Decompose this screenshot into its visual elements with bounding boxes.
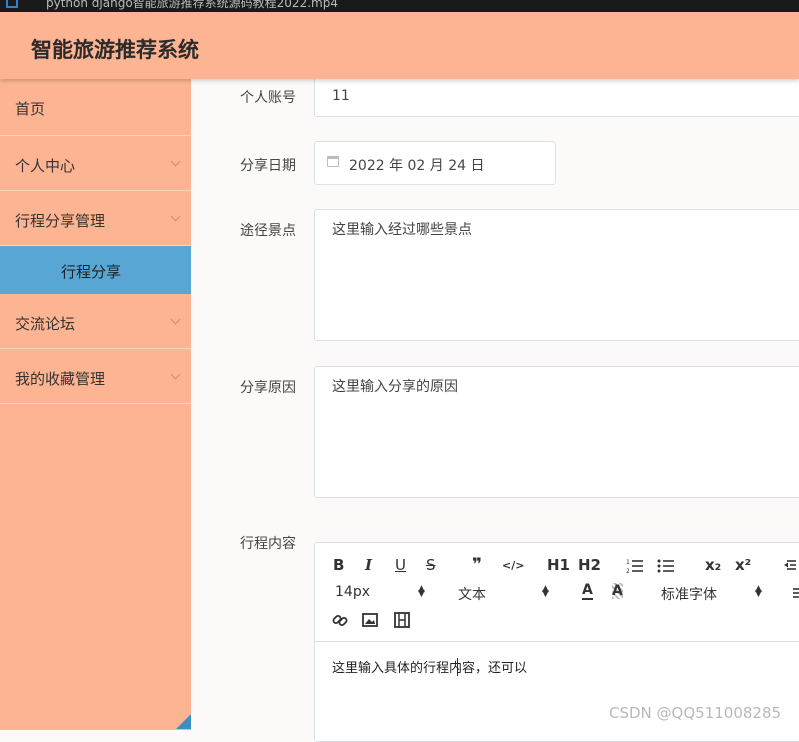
editor-content[interactable]: 这里输入具体的行程内容，还可以 bbox=[332, 657, 527, 676]
app-window-icon bbox=[6, 0, 18, 8]
top-header: 智能旅游推荐系统 bbox=[0, 12, 799, 79]
sidebar-resize-corner bbox=[176, 714, 191, 729]
select-arrows-icon: ▲ ▼ bbox=[755, 584, 762, 599]
background-color-icon[interactable]: A bbox=[612, 583, 623, 599]
account-value: 11 bbox=[332, 88, 350, 104]
account-input[interactable]: 11 bbox=[314, 73, 799, 117]
share-reason-textarea[interactable]: 这里输入分享的原因 bbox=[314, 366, 799, 498]
app-title: 智能旅游推荐系统 bbox=[31, 38, 199, 62]
blockquote-button[interactable]: ❞ bbox=[472, 555, 482, 575]
sidebar-item-itinerary-share-management[interactable]: 行程分享管理 bbox=[0, 191, 191, 246]
font-family-select[interactable]: 标准字体 bbox=[661, 584, 717, 604]
svg-text:2: 2 bbox=[626, 568, 630, 574]
main-form: 个人账号 11 分享日期 2022 年 02 月 24 日 途径景点 这里输入经… bbox=[191, 73, 799, 742]
sidebar-item-favorites-management[interactable]: 我的收藏管理 bbox=[0, 349, 191, 404]
ordered-list-icon[interactable]: 1 2 bbox=[626, 558, 644, 574]
share-reason-placeholder: 这里输入分享的原因 bbox=[332, 379, 458, 395]
share-reason-label: 分享原因 bbox=[240, 380, 296, 396]
editor-toolbar: B I U S ❞ </> H1 H2 1 2 x₂ x² 14px ▲ ▼ 文… bbox=[315, 543, 799, 642]
chevron-down-icon bbox=[170, 156, 181, 167]
heading2-button[interactable]: H2 bbox=[578, 556, 601, 574]
text-cursor bbox=[457, 658, 458, 676]
route-spots-label: 途径景点 bbox=[240, 223, 296, 239]
route-spots-placeholder: 这里输入经过哪些景点 bbox=[332, 222, 472, 238]
sidebar-item-label: 首页 bbox=[15, 100, 46, 118]
chevron-down-icon bbox=[170, 369, 181, 380]
sidebar-item-label: 我的收藏管理 bbox=[15, 370, 106, 388]
text-format-select[interactable]: 文本 bbox=[458, 584, 486, 604]
strikethrough-button[interactable]: S bbox=[426, 556, 436, 574]
code-block-button[interactable]: </> bbox=[502, 559, 524, 572]
select-arrows-icon: ▲ ▼ bbox=[542, 584, 549, 599]
bold-button[interactable]: B bbox=[333, 556, 344, 574]
calendar-icon bbox=[327, 156, 339, 167]
outdent-icon[interactable] bbox=[784, 559, 796, 571]
window-title: python django智能旅游推荐系统源码教程2022.mp4 bbox=[46, 0, 338, 10]
video-icon[interactable] bbox=[394, 612, 410, 628]
share-date-value: 2022 年 02 月 24 日 bbox=[349, 158, 485, 174]
route-spots-textarea[interactable]: 这里输入经过哪些景点 bbox=[314, 209, 799, 341]
sidebar: 首页 个人中心 行程分享管理 行程分享 交流论坛 我的收藏管理 bbox=[0, 79, 191, 730]
subscript-button[interactable]: x₂ bbox=[705, 556, 721, 574]
watermark: CSDN @QQ511008285 bbox=[609, 704, 782, 722]
window-titlebar: python django智能旅游推荐系统源码教程2022.mp4 bbox=[0, 0, 799, 12]
italic-button[interactable]: I bbox=[365, 556, 372, 574]
sidebar-item-personal-center[interactable]: 个人中心 bbox=[0, 136, 191, 191]
chevron-down-icon bbox=[170, 211, 181, 222]
heading1-button[interactable]: H1 bbox=[547, 556, 570, 574]
link-icon[interactable] bbox=[332, 612, 348, 628]
underline-button[interactable]: U bbox=[395, 556, 406, 574]
account-label: 个人账号 bbox=[240, 90, 296, 106]
font-color-icon[interactable]: A bbox=[582, 583, 593, 600]
chevron-down-icon bbox=[170, 314, 181, 325]
sidebar-item-label: 个人中心 bbox=[15, 157, 76, 175]
align-icon[interactable] bbox=[793, 587, 799, 599]
svg-text:1: 1 bbox=[626, 559, 630, 566]
sidebar-item-label: 行程分享管理 bbox=[15, 212, 106, 230]
font-size-select[interactable]: 14px bbox=[335, 584, 370, 600]
sidebar-subitem-label: 行程分享 bbox=[61, 263, 122, 281]
sidebar-item-label: 交流论坛 bbox=[15, 315, 76, 333]
itinerary-content-label: 行程内容 bbox=[240, 536, 296, 552]
select-arrows-icon: ▲ ▼ bbox=[418, 584, 425, 599]
share-date-picker[interactable]: 2022 年 02 月 24 日 bbox=[314, 141, 556, 185]
sidebar-item-forum[interactable]: 交流论坛 bbox=[0, 294, 191, 349]
bullet-list-icon[interactable] bbox=[657, 558, 675, 574]
superscript-button[interactable]: x² bbox=[735, 556, 751, 574]
image-icon[interactable] bbox=[362, 613, 378, 627]
sidebar-item-home[interactable]: 首页 bbox=[0, 79, 191, 136]
sidebar-subitem-itinerary-share[interactable]: 行程分享 bbox=[0, 246, 191, 294]
share-date-label: 分享日期 bbox=[240, 158, 296, 174]
